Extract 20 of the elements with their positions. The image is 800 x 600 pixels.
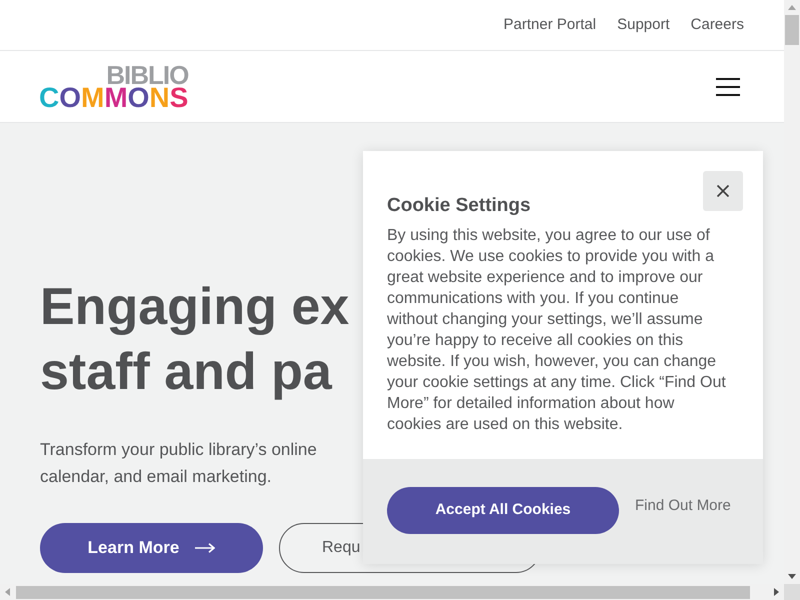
scroll-down-icon[interactable] (788, 574, 796, 579)
top-nav-link[interactable]: Support (617, 14, 670, 36)
dialog-title: Cookie Settings (387, 194, 531, 218)
logo-top-word: BIBLIO (106, 64, 188, 86)
scroll-right-icon[interactable] (774, 588, 779, 596)
learn-more-button[interactable]: Learn More (40, 523, 263, 573)
top-nav-link[interactable]: Partner Portal (504, 14, 596, 36)
close-icon (717, 185, 729, 197)
accept-cookies-button[interactable]: Accept All Cookies (387, 487, 619, 534)
logo-bottom-word: COMMONS (39, 86, 188, 110)
close-button[interactable] (703, 171, 743, 211)
scrollbar-thumb[interactable] (16, 586, 750, 598)
top-nav-link[interactable]: Careers (690, 14, 744, 36)
hero-headline: Engaging ex staff and pa (40, 277, 350, 403)
find-out-more-link[interactable]: Find Out More (635, 495, 731, 518)
menu-icon (716, 78, 740, 96)
dialog-body-text: By using this website, you agree to our use of cookies. We use cookies to provide you with a great website experience and to improve our communications with you. If you continue without changing your settings, we’ll assume you’re happy to receive all cookies on this website. If you wish, however, you can change your cookie settings at any time. Click “Find Out More” for detailed information about how cookies are used on this website. (387, 226, 727, 435)
arrow-right-icon (195, 543, 216, 553)
hero-description: Transform your public library’s online calendar, and email marketing. (40, 439, 317, 488)
scrollbar-thumb[interactable] (785, 15, 799, 45)
